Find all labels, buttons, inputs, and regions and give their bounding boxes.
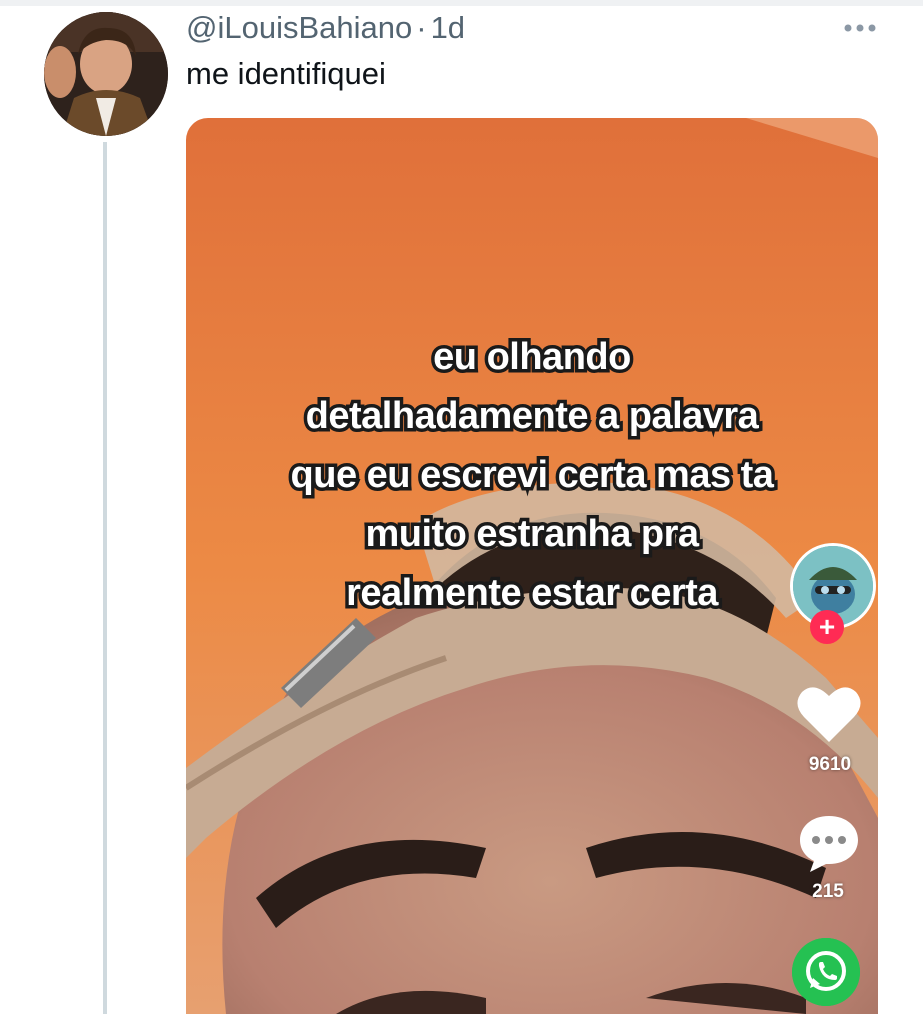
heart-icon[interactable] [796, 684, 862, 744]
caption-line: detalhadamente a palavra [302, 392, 762, 441]
thread-line [103, 142, 107, 1014]
caption-line: muito estranha pra [362, 510, 703, 559]
user-handle[interactable]: @iLouisBahiano [186, 10, 412, 45]
avatar-photo [44, 12, 168, 136]
caption-line: realmente estar certa [343, 569, 722, 618]
caption-line: eu olhando [430, 333, 635, 382]
like-count: 9610 [808, 754, 852, 775]
timestamp[interactable]: 1d [431, 10, 465, 45]
avatar[interactable] [44, 12, 168, 136]
comment-count: 215 [812, 881, 844, 902]
tweet-text: me identifiquei [186, 56, 386, 91]
tweet-header: @iLouisBahiano · 1d [186, 10, 465, 46]
whatsapp-icon[interactable] [792, 938, 860, 1006]
follow-button[interactable]: + [810, 610, 844, 644]
comment-bubble-icon[interactable] [796, 812, 862, 874]
more-horizontal-icon[interactable] [842, 18, 878, 38]
tweet-video[interactable]: eu olhando detalhadamente a palavra que … [186, 118, 878, 1014]
header-separator: · [416, 10, 427, 45]
caption-line: que eu escrevi certa mas ta [287, 451, 777, 500]
video-caption: eu olhando detalhadamente a palavra que … [186, 328, 878, 623]
top-divider [0, 0, 923, 6]
